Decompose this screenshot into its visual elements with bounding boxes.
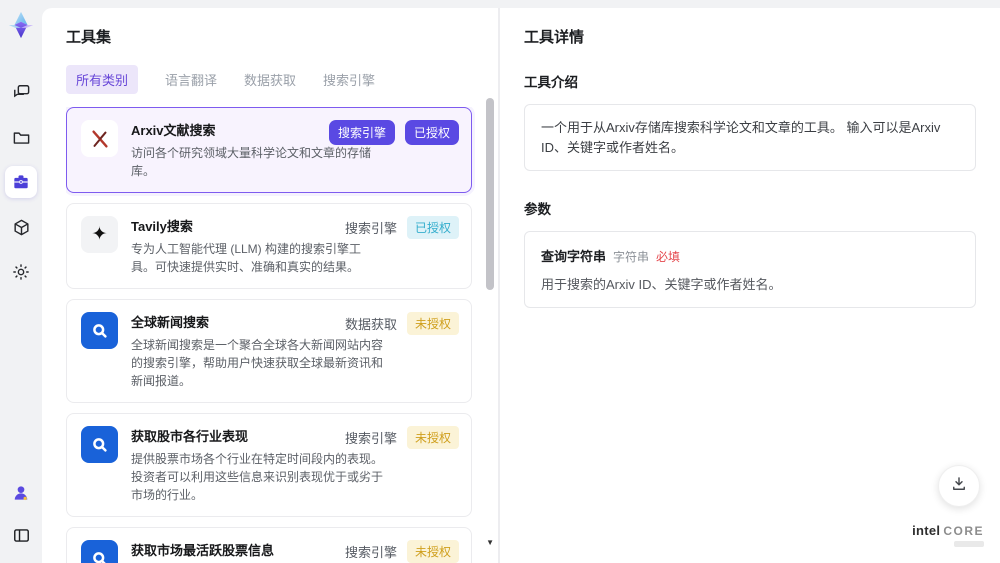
- auth-status-badge: 未授权: [406, 312, 459, 335]
- rail-nav: [5, 76, 37, 288]
- scroll-down-arrow-icon[interactable]: ▼: [486, 539, 494, 547]
- cube-icon: [12, 218, 31, 237]
- arxiv-logo-icon: [81, 120, 118, 157]
- toolbox-icon: [11, 172, 31, 192]
- tool-description: 专为人工智能代理 (LLM) 构建的搜索引擎工具。可快速提供实时、准确和真实的结…: [131, 242, 362, 274]
- search-magnifier-icon: [81, 426, 118, 463]
- page-title: 工具集: [66, 29, 112, 46]
- search-magnifier-icon: [81, 540, 118, 563]
- tool-detail-panel: 工具详情 工具介绍 一个用于从Arxiv存储库搜索科学论文和文章的工具。 输入可…: [500, 8, 1000, 563]
- brand-subtext-bar: [954, 541, 984, 547]
- auth-status-badge: 已授权: [406, 216, 459, 239]
- tool-description: 全球新闻搜索是一个聚合全球各大新闻网站内容的搜索引擎，帮助用户快速获取全球最新资…: [131, 338, 384, 388]
- param-required-flag: 必填: [656, 250, 681, 264]
- params-heading: 参数: [524, 202, 551, 217]
- rail-bottom: [5, 477, 37, 551]
- category-badge: 搜索引擎: [328, 120, 395, 145]
- param-description: 用于搜索的Arxiv ID、关键字或作者姓名。: [541, 277, 782, 292]
- tab-language-translation[interactable]: 语言翻译: [165, 70, 217, 89]
- tool-card-arxiv[interactable]: Arxiv文献搜索 访问各个研究领域大量科学论文和文章的存储库。 搜索引擎 已授…: [66, 107, 472, 193]
- user-icon: [11, 483, 31, 503]
- tavily-star-icon: ✦: [81, 216, 118, 253]
- left-rail: [0, 0, 42, 563]
- category-label: 数据获取: [344, 317, 397, 332]
- auth-status-badge: 已授权: [404, 120, 459, 145]
- brand-core-text: CORE: [943, 524, 984, 538]
- user-profile[interactable]: [5, 477, 37, 509]
- nav-toolbox[interactable]: [5, 166, 37, 198]
- tool-description: 提供股票市场各个行业在特定时间段内的表现。投资者可以利用这些信息来识别表现优于或…: [131, 452, 384, 502]
- category-label: 搜索引擎: [344, 545, 397, 560]
- search-magnifier-icon: [81, 312, 118, 349]
- chat-icon: [12, 83, 31, 102]
- tab-search-engine[interactable]: 搜索引擎: [323, 70, 375, 89]
- nav-chat[interactable]: [5, 76, 37, 108]
- scrollbar-thumb[interactable]: [486, 98, 494, 290]
- param-item: 查询字符串 字符串 必填 用于搜索的Arxiv ID、关键字或作者姓名。: [524, 231, 976, 308]
- auth-status-badge: 未授权: [406, 540, 459, 563]
- nav-plugins[interactable]: [5, 211, 37, 243]
- tool-list-panel: 工具集 所有类别 语言翻译 数据获取 搜索引擎 Arxiv文献搜索 访问各个研究…: [42, 8, 500, 563]
- app-logo-gem-icon: [6, 10, 36, 40]
- collapse-sidebar[interactable]: [5, 519, 37, 551]
- download-icon: [950, 475, 968, 498]
- gear-icon: [11, 262, 31, 282]
- folder-icon: [12, 128, 31, 147]
- list-scrollbar[interactable]: [486, 94, 494, 539]
- tool-card-tavily[interactable]: ✦ Tavily搜索 专为人工智能代理 (LLM) 构建的搜索引擎工具。可快速提…: [66, 203, 472, 289]
- tool-cards-list: Arxiv文献搜索 访问各个研究领域大量科学论文和文章的存储库。 搜索引擎 已授…: [66, 107, 498, 563]
- param-name: 查询字符串: [541, 249, 607, 264]
- intel-core-logo: intel CORE: [912, 523, 984, 547]
- auth-status-badge: 未授权: [406, 426, 459, 449]
- nav-files[interactable]: [5, 121, 37, 153]
- param-type: 字符串: [613, 250, 650, 264]
- tool-card-sector-performance[interactable]: 获取股市各行业表现 提供股票市场各个行业在特定时间段内的表现。投资者可以利用这些…: [66, 413, 472, 517]
- intro-heading: 工具介绍: [524, 75, 578, 90]
- brand-intel-text: intel: [912, 523, 941, 538]
- tab-all-categories[interactable]: 所有类别: [66, 65, 139, 94]
- category-label: 搜索引擎: [344, 431, 397, 446]
- tool-card-global-news[interactable]: 全球新闻搜索 全球新闻搜索是一个聚合全球各大新闻网站内容的搜索引擎，帮助用户快速…: [66, 299, 472, 403]
- category-tabs: 所有类别 语言翻译 数据获取 搜索引擎: [66, 65, 498, 94]
- tool-description: 访问各个研究领域大量科学论文和文章的存储库。: [131, 146, 372, 178]
- tab-data-fetch[interactable]: 数据获取: [244, 70, 296, 89]
- category-label: 搜索引擎: [344, 221, 397, 236]
- detail-title: 工具详情: [524, 29, 585, 46]
- tool-card-most-active-stocks[interactable]: 获取市场最活跃股票信息 提供当天交易量最高的股票列表，投资者可以利用这些信息来识…: [66, 527, 472, 563]
- intro-text-box: 一个用于从Arxiv存储库搜索科学论文和文章的工具。 输入可以是Arxiv ID…: [524, 104, 976, 171]
- download-button[interactable]: [938, 465, 980, 507]
- panel-toggle-icon: [12, 526, 31, 545]
- nav-settings[interactable]: [5, 256, 37, 288]
